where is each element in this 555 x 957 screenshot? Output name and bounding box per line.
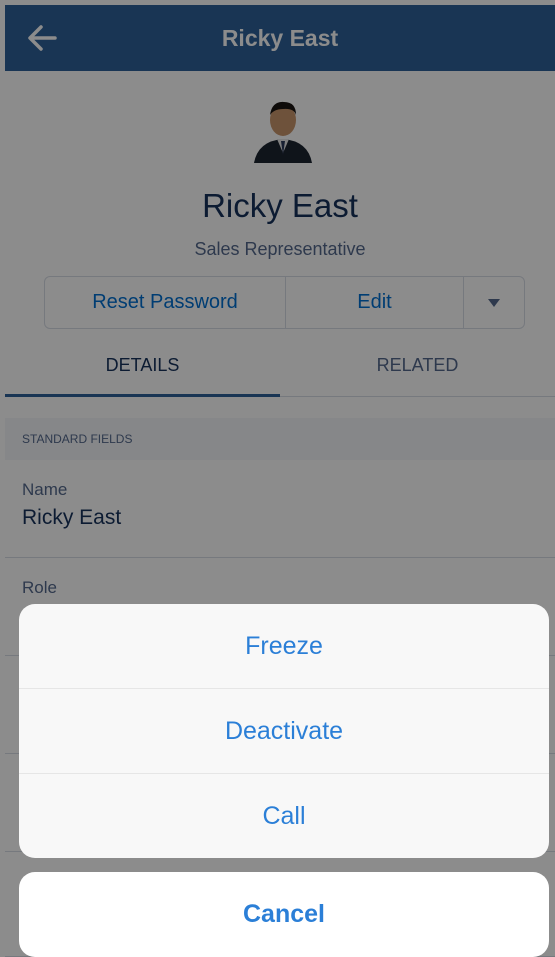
call-button[interactable]: Call [19,774,549,858]
cancel-button[interactable]: Cancel [19,872,549,957]
deactivate-button[interactable]: Deactivate [19,689,549,774]
freeze-button[interactable]: Freeze [19,604,549,689]
action-sheet: Freeze Deactivate Call [19,604,549,858]
